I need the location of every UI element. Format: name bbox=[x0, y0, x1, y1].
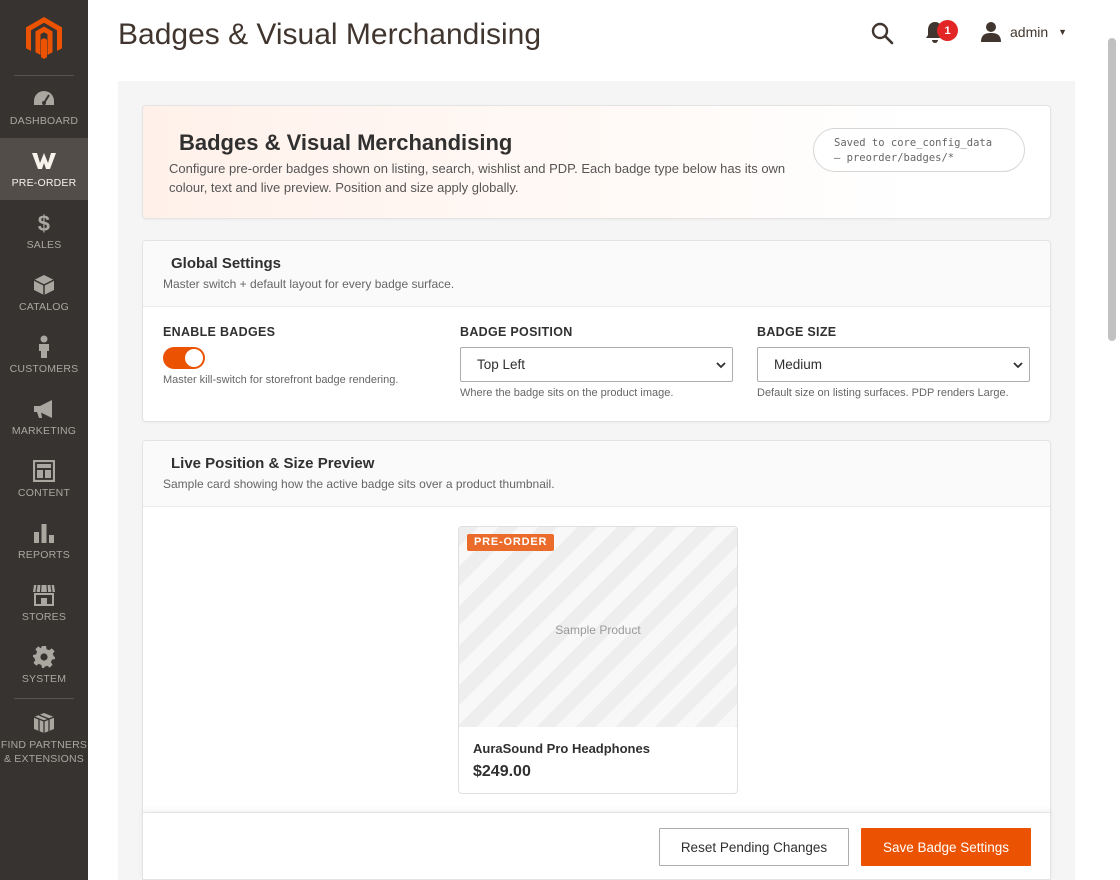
sidebar-item-label: SALES bbox=[26, 238, 62, 251]
badge-size-field: BADGE SIZE Medium Default size on listin… bbox=[757, 325, 1030, 399]
sidebar-item-label: DASHBOARD bbox=[9, 114, 79, 127]
sidebar-item-pre-order[interactable]: PRE-ORDER bbox=[0, 138, 88, 200]
sidebar-item-catalog[interactable]: CATALOG bbox=[0, 262, 88, 324]
badge-position-select[interactable]: Top Left bbox=[460, 347, 733, 382]
intro-description: Configure pre-order badges shown on list… bbox=[169, 161, 786, 195]
search-icon bbox=[871, 22, 894, 45]
chevron-down-icon bbox=[716, 362, 726, 369]
reset-pending-changes-button[interactable]: Reset Pending Changes bbox=[659, 828, 849, 866]
sidebar-item-label: CONTENT bbox=[17, 486, 71, 499]
storefront-icon bbox=[31, 582, 57, 608]
sidebar-item-find-partners[interactable]: FIND PARTNERS & EXTENSIONS bbox=[0, 701, 88, 775]
notification-count-badge: 1 bbox=[937, 20, 958, 41]
preorder-icon bbox=[31, 148, 57, 174]
section-subtitle: Sample card showing how the active badge… bbox=[163, 477, 555, 491]
field-label: ENABLE BADGES bbox=[163, 325, 276, 339]
sidebar-item-stores[interactable]: STORES bbox=[0, 572, 88, 634]
saved-location-path: — preorder/badges/* bbox=[834, 152, 955, 164]
megaphone-icon bbox=[31, 396, 57, 422]
sidebar-item-label: PRE-ORDER bbox=[11, 176, 77, 189]
sidebar-item-reports[interactable]: REPORTS bbox=[0, 510, 88, 572]
thumbnail-placeholder: Sample Product bbox=[555, 623, 641, 637]
sidebar-item-marketing[interactable]: MARKETING bbox=[0, 386, 88, 448]
intro-title: Badges & Visual Merchandising bbox=[179, 130, 513, 155]
product-thumbnail: Sample Product bbox=[459, 527, 737, 727]
pre-order-badge: PRE-ORDER bbox=[467, 534, 555, 551]
section-title: Live Position & Size Preview bbox=[171, 455, 375, 472]
preview-card: Live Position & Size Preview Sample card… bbox=[142, 440, 1051, 820]
preview-header: Live Position & Size Preview Sample card… bbox=[143, 441, 1050, 507]
enable-badges-field: ENABLE BADGES Master kill-switch for sto… bbox=[163, 325, 433, 386]
sidebar-item-sales[interactable]: $ SALES bbox=[0, 200, 88, 262]
dollar-icon: $ bbox=[31, 210, 57, 236]
user-name: admin bbox=[1010, 24, 1049, 40]
sidebar-item-label: MARKETING bbox=[11, 424, 77, 437]
product-price: $249.00 bbox=[473, 763, 531, 780]
layout-icon bbox=[31, 458, 57, 484]
field-hint: Master kill-switch for storefront badge … bbox=[163, 374, 399, 386]
sample-product-card: Sample Product PRE-ORDER AuraSound Pro H… bbox=[458, 526, 738, 794]
sidebar-item-dashboard[interactable]: DASHBOARD bbox=[0, 76, 88, 138]
page-title: Badges & Visual Merchandising bbox=[118, 18, 542, 51]
sidebar-divider bbox=[14, 698, 74, 699]
sidebar-item-customers[interactable]: CUSTOMERS bbox=[0, 324, 88, 386]
user-icon bbox=[981, 22, 1001, 42]
chevron-down-icon bbox=[1013, 362, 1023, 369]
section-title: Global Settings bbox=[171, 255, 282, 272]
gear-icon bbox=[31, 644, 57, 670]
user-menu[interactable]: admin ▼ bbox=[980, 20, 1067, 44]
badge-size-select[interactable]: Medium bbox=[757, 347, 1030, 382]
sidebar-item-label: CATALOG bbox=[18, 300, 70, 313]
field-label: BADGE POSITION bbox=[460, 325, 573, 339]
toggle-knob bbox=[185, 349, 203, 367]
field-label: BADGE SIZE bbox=[757, 325, 837, 339]
field-hint: Default size on listing surfaces. PDP re… bbox=[757, 387, 1009, 399]
enable-badges-toggle[interactable] bbox=[163, 347, 205, 369]
sidebar-item-label: REPORTS bbox=[18, 548, 70, 561]
magento-logo[interactable] bbox=[14, 0, 74, 76]
page-scrollbar[interactable] bbox=[1108, 38, 1116, 341]
saved-location-pill: Saved to core_config_data — preorder/bad… bbox=[813, 128, 1025, 172]
box-icon bbox=[31, 272, 57, 298]
product-name: AuraSound Pro Headphones bbox=[473, 741, 650, 756]
sidebar-item-label: CUSTOMERS bbox=[9, 362, 79, 375]
selected-value: Medium bbox=[774, 357, 823, 372]
global-settings-card: Global Settings Master switch + default … bbox=[142, 240, 1051, 422]
badge-position-field: BADGE POSITION Top Left Where the badge … bbox=[460, 325, 733, 399]
sidebar-item-label: STORES bbox=[21, 610, 67, 623]
sidebar-item-label: SYSTEM bbox=[21, 672, 67, 685]
magento-logo-icon bbox=[26, 16, 62, 59]
save-badge-settings-button[interactable]: Save Badge Settings bbox=[861, 828, 1031, 866]
search-button[interactable] bbox=[870, 21, 894, 45]
sidebar-item-label: FIND PARTNERS & EXTENSIONS bbox=[0, 739, 88, 765]
chevron-down-icon: ▼ bbox=[1058, 27, 1068, 37]
person-icon bbox=[31, 334, 57, 360]
saved-location-line: Saved to core_config_data bbox=[834, 137, 993, 149]
dashboard-icon bbox=[31, 86, 57, 112]
sidebar-item-content[interactable]: CONTENT bbox=[0, 448, 88, 510]
intro-card: Badges & Visual Merchandising Configure … bbox=[142, 105, 1051, 219]
admin-sidebar: DASHBOARD PRE-ORDER $ SALES CATALOG CUST… bbox=[0, 0, 88, 880]
svg-text:$: $ bbox=[38, 211, 50, 235]
selected-value: Top Left bbox=[477, 357, 526, 372]
action-bar: Reset Pending Changes Save Badge Setting… bbox=[142, 812, 1051, 880]
global-settings-header: Global Settings Master switch + default … bbox=[143, 241, 1050, 307]
bar-chart-icon bbox=[31, 520, 57, 546]
section-subtitle: Master switch + default layout for every… bbox=[163, 277, 455, 291]
blocks-icon bbox=[31, 710, 57, 736]
field-hint: Where the badge sits on the product imag… bbox=[460, 387, 674, 399]
main-content: Badges & Visual Merchandising Configure … bbox=[118, 81, 1075, 880]
sidebar-item-system[interactable]: SYSTEM bbox=[0, 634, 88, 696]
